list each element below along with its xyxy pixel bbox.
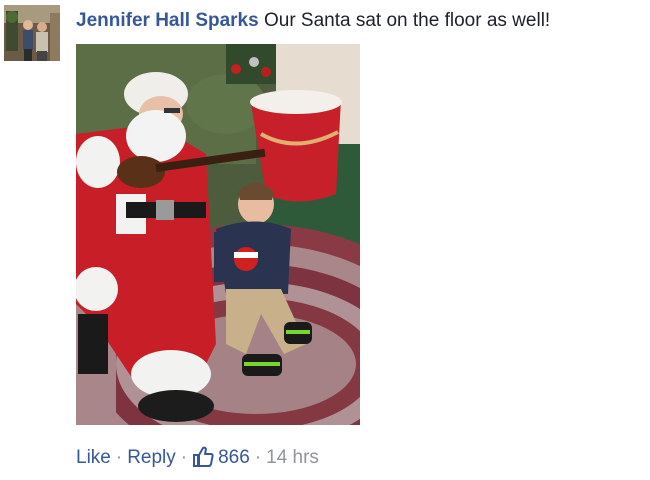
separator: · bbox=[180, 447, 188, 468]
comment-body: Jennifer Hall Sparks Our Santa sat on th… bbox=[76, 0, 650, 468]
author-name[interactable]: Jennifer Hall Sparks bbox=[76, 10, 259, 31]
comment-header: Jennifer Hall Sparks Our Santa sat on th… bbox=[76, 10, 650, 32]
comment-actions: Like · Reply · 866 · 14 hrs bbox=[76, 445, 319, 475]
comment-timestamp[interactable]: 14 hrs bbox=[266, 447, 319, 468]
avatar-image bbox=[4, 5, 60, 61]
like-count[interactable]: 866 bbox=[192, 445, 250, 475]
separator: · bbox=[115, 447, 123, 468]
santa-photo-image bbox=[76, 44, 360, 425]
comment-photo[interactable] bbox=[76, 44, 360, 425]
like-count-value: 866 bbox=[218, 447, 250, 468]
reply-link[interactable]: Reply bbox=[127, 447, 176, 468]
comment-text: Our Santa sat on the floor as well! bbox=[258, 10, 551, 31]
comment: Jennifer Hall Sparks Our Santa sat on th… bbox=[0, 0, 650, 480]
thumbs-up-icon bbox=[192, 446, 214, 475]
avatar[interactable] bbox=[4, 5, 60, 61]
separator: · bbox=[254, 447, 262, 468]
like-link[interactable]: Like bbox=[76, 447, 111, 468]
